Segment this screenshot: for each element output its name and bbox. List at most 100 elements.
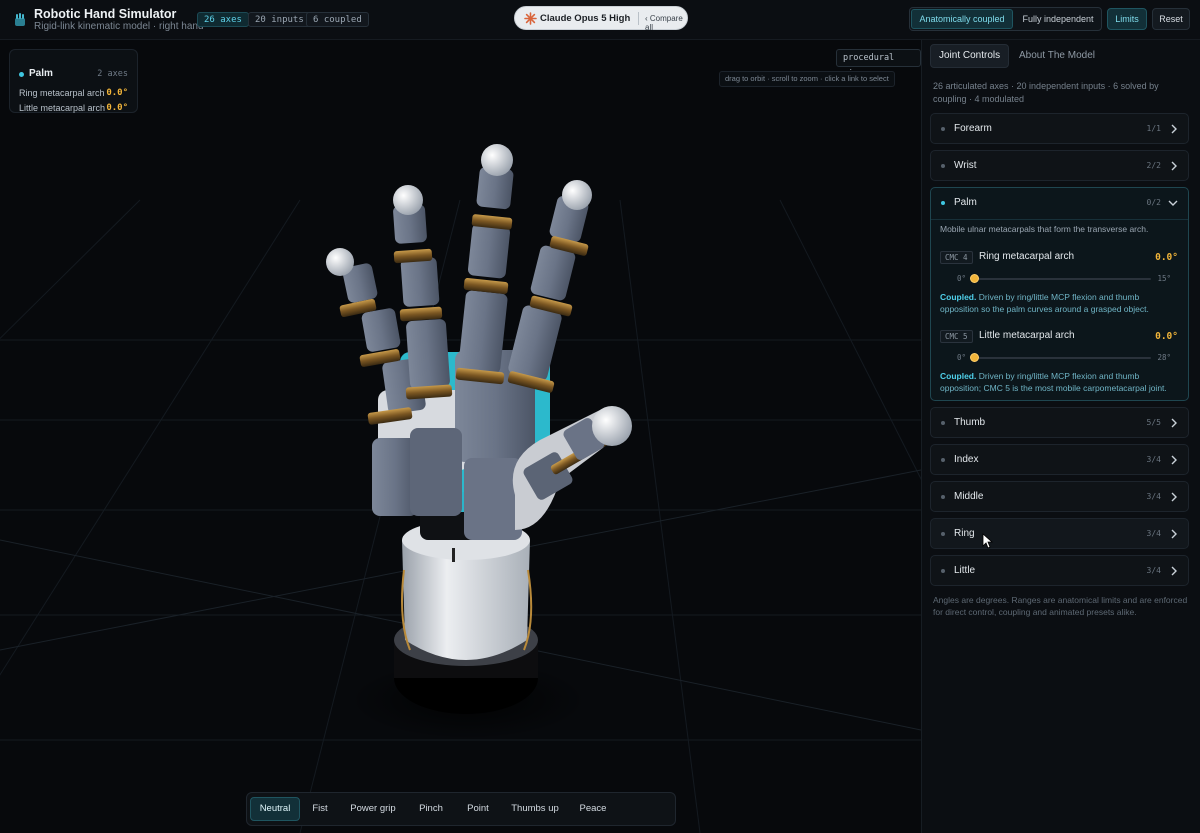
- group-dot: [941, 532, 945, 536]
- joint-value: 0.0°: [1155, 331, 1178, 342]
- group-label: Middle: [954, 491, 984, 502]
- group-dot: [941, 421, 945, 425]
- ring-metacarpal-slider[interactable]: [970, 274, 1151, 283]
- slider-thumb[interactable]: [970, 353, 979, 362]
- chevron-right-icon: [1171, 455, 1177, 465]
- joint-value: 0.0°: [1155, 252, 1178, 263]
- group-count: 3/4: [1146, 492, 1161, 501]
- group-label: Wrist: [954, 160, 977, 171]
- model-selector[interactable]: Claude Opus 5 High ‹ Compare all: [514, 6, 688, 32]
- group-dot: [941, 495, 945, 499]
- index-finger[interactable]: [507, 180, 592, 393]
- group-count: 0/2: [1146, 198, 1161, 207]
- inputs-badge: 20 inputs: [248, 12, 311, 27]
- group-index[interactable]: Index 3/4: [930, 444, 1189, 475]
- pose-presets-bar: Neutral Fist Power grip Pinch Point Thum…: [246, 792, 676, 826]
- model-name: Claude Opus 5 High: [540, 13, 631, 24]
- group-wrist[interactable]: Wrist 2/2: [930, 150, 1189, 181]
- coupling-note: Coupled. Driven by ring/little MCP flexi…: [940, 291, 1180, 315]
- phalanx-link: [361, 308, 401, 352]
- coupling-mode-toggle: Anatomically coupled Fully independent: [909, 7, 1102, 31]
- group-dot: [941, 201, 945, 205]
- tab-about-the-model[interactable]: About The Model: [1011, 44, 1103, 68]
- group-palm[interactable]: Palm 0/2 Mobile ulnar metacarpals that f…: [930, 187, 1189, 401]
- group-ring[interactable]: Ring 3/4: [930, 518, 1189, 549]
- mouse-cursor-icon: [982, 533, 994, 549]
- phalanx-link: [530, 245, 576, 301]
- chevron-right-icon: [1171, 492, 1177, 502]
- joint-tag: CMC 4: [940, 251, 973, 264]
- preset-thumbs-up[interactable]: Thumbs up: [505, 797, 565, 821]
- selection-row-label: Little metacarpal arch: [19, 103, 106, 113]
- fingertip: [326, 248, 354, 276]
- range-max: 15°: [1157, 274, 1171, 283]
- tab-joint-controls[interactable]: Joint Controls: [930, 44, 1010, 68]
- mode-anatomically-coupled[interactable]: Anatomically coupled: [911, 9, 1013, 29]
- phalanx-link: [467, 223, 511, 279]
- chevron-right-icon: [1171, 529, 1177, 539]
- claude-star-icon: [524, 12, 537, 25]
- group-dot: [941, 569, 945, 573]
- group-thumb[interactable]: Thumb 5/5: [930, 407, 1189, 438]
- preset-fist[interactable]: Fist: [303, 797, 337, 821]
- group-dot: [941, 458, 945, 462]
- hand-3d-scene[interactable]: [0, 40, 921, 833]
- phalanx-link: [400, 257, 440, 307]
- group-label: Little: [954, 565, 976, 576]
- preset-point[interactable]: Point: [459, 797, 497, 821]
- fingertip: [481, 144, 513, 176]
- chevron-right-icon: [1171, 161, 1177, 171]
- joint-tag: CMC 5: [940, 330, 973, 343]
- group-count: 3/4: [1146, 566, 1161, 575]
- fingertip: [393, 185, 423, 215]
- chevron-right-icon: [1171, 418, 1177, 428]
- preset-pinch[interactable]: Pinch: [411, 797, 451, 821]
- preset-peace[interactable]: Peace: [573, 797, 613, 821]
- chevron-right-icon: [1171, 566, 1177, 576]
- group-count: 3/4: [1146, 529, 1161, 538]
- joint-name: Ring metacarpal arch: [979, 251, 1075, 262]
- joint-name: Little metacarpal arch: [979, 330, 1075, 341]
- little-metacarpal-slider[interactable]: [970, 353, 1151, 362]
- panel-footnote: Angles are degrees. Ranges are anatomica…: [933, 595, 1188, 617]
- group-count: 5/5: [1146, 418, 1161, 427]
- mode-fully-independent[interactable]: Fully independent: [1015, 9, 1101, 29]
- group-dot: [941, 127, 945, 131]
- selection-row-label: Ring metacarpal arch: [19, 88, 105, 98]
- selection-title: Palm: [29, 68, 53, 79]
- group-label: Ring: [954, 528, 975, 539]
- viewport-hint: drag to orbit · scroll to zoom · click a…: [719, 71, 895, 87]
- group-forearm[interactable]: Forearm 1/1: [930, 113, 1189, 144]
- group-count: 2/2: [1146, 161, 1161, 170]
- group-description: Mobile ulnar metacarpals that form the t…: [940, 224, 1149, 234]
- chevron-down-icon: [1168, 200, 1178, 206]
- group-little[interactable]: Little 3/4: [930, 555, 1189, 586]
- preset-power-grip[interactable]: Power grip: [343, 797, 403, 821]
- app-subtitle: Rigid-link kinematic model · right hand: [34, 21, 204, 32]
- group-divider: [931, 219, 1188, 220]
- panel-summary: 26 articulated axes · 20 independent inp…: [933, 81, 1159, 104]
- range-min: 0°: [957, 353, 967, 362]
- preset-neutral[interactable]: Neutral: [250, 797, 300, 821]
- selection-info-card: Palm 2 axes Ring metacarpal arch 0.0° Li…: [9, 49, 138, 113]
- selection-row-value: 0.0°: [106, 103, 128, 113]
- group-label: Index: [954, 454, 979, 465]
- forearm-base[interactable]: [394, 520, 538, 714]
- coupled-label: Coupled.: [940, 292, 977, 302]
- fingertip: [562, 180, 592, 210]
- coupled-label: Coupled.: [940, 371, 977, 381]
- chevron-right-icon: [1171, 124, 1177, 134]
- knuckle-joint: [399, 306, 443, 322]
- limits-button[interactable]: Limits: [1107, 8, 1147, 30]
- selection-row-value: 0.0°: [106, 88, 128, 98]
- group-count: 3/4: [1146, 455, 1161, 464]
- slider-thumb[interactable]: [970, 274, 979, 283]
- coupling-note: Coupled. Driven by ring/little MCP flexi…: [940, 370, 1180, 394]
- group-middle[interactable]: Middle 3/4: [930, 481, 1189, 512]
- 3d-viewport[interactable]: Palm 2 axes Ring metacarpal arch 0.0° Li…: [0, 40, 921, 833]
- top-bar: Robotic Hand Simulator Rigid-link kinema…: [0, 0, 1200, 40]
- middle-finger[interactable]: [455, 144, 514, 385]
- compare-all-link[interactable]: ‹ Compare all: [645, 14, 687, 32]
- pill-divider: [638, 12, 639, 25]
- reset-button[interactable]: Reset: [1152, 8, 1190, 30]
